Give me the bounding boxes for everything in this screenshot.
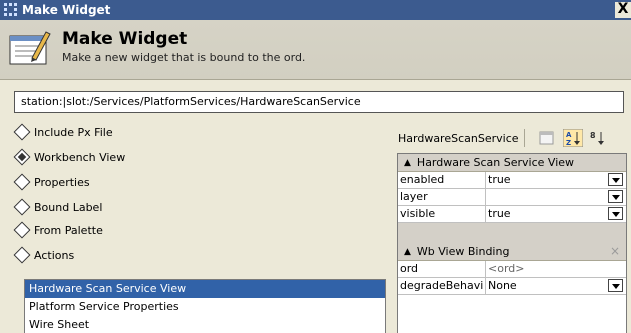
section-header[interactable]: ▲ Wb View Binding × (398, 243, 626, 261)
list-item-hardware-scan-service-view[interactable]: Hardware Scan Service View (25, 280, 385, 298)
collapse-up-icon: ▲ (404, 246, 411, 257)
view-list[interactable]: Hardware Scan Service View Platform Serv… (24, 279, 386, 333)
option-label: Bound Label (34, 200, 103, 214)
new-widget-icon[interactable] (537, 129, 557, 147)
list-item-wire-sheet[interactable]: Wire Sheet (25, 316, 385, 333)
property-name: layer (398, 189, 486, 205)
section-header[interactable]: ▲ Hardware Scan Service View (398, 154, 626, 172)
radio-diamond-icon (13, 123, 31, 141)
property-sheet: ▲ Hardware Scan Service View enabled tru… (397, 153, 627, 333)
property-value-text: true (488, 173, 511, 186)
edit-document-icon (9, 31, 51, 65)
option-label: Include Px File (34, 125, 113, 139)
target-name: HardwareScanService\ (398, 131, 518, 145)
close-button[interactable]: X (615, 2, 631, 18)
property-value[interactable] (486, 189, 626, 205)
option-workbench-view[interactable]: Workbench View (13, 147, 126, 167)
property-row: degradeBehavi None (398, 278, 626, 295)
property-value-text: None (488, 279, 517, 292)
option-properties[interactable]: Properties (13, 172, 90, 192)
property-name: enabled (398, 172, 486, 188)
property-row: enabled true (398, 172, 626, 189)
radio-diamond-icon (13, 198, 31, 216)
property-name: visible (398, 206, 486, 222)
property-row: layer (398, 189, 626, 206)
property-value[interactable]: true (486, 206, 626, 222)
window-title: Make Widget (22, 3, 111, 17)
property-value[interactable]: <ord> (486, 261, 626, 277)
property-row: visible true (398, 206, 626, 223)
property-name: degradeBehavi (398, 278, 486, 294)
radio-diamond-icon (13, 246, 31, 264)
radio-diamond-icon (13, 173, 31, 191)
header-subtitle: Make a new widget that is bound to the o… (62, 51, 306, 64)
ord-field[interactable]: station:|slot:/Services/PlatformServices… (14, 91, 624, 113)
option-bound-label[interactable]: Bound Label (13, 197, 103, 217)
property-name: ord (398, 261, 486, 277)
section-title: Hardware Scan Service View (416, 156, 575, 169)
property-value[interactable]: true (486, 172, 626, 188)
option-label: From Palette (34, 223, 103, 237)
dropdown-arrow-icon[interactable] (608, 173, 623, 186)
widget-icon (4, 3, 18, 17)
dropdown-arrow-icon[interactable] (608, 190, 623, 203)
dialog-header: Make Widget Make a new widget that is bo… (0, 20, 631, 80)
svg-text:Z: Z (566, 139, 571, 147)
option-include-px-file[interactable]: Include Px File (13, 122, 113, 142)
dropdown-arrow-icon[interactable] (608, 207, 623, 220)
property-row: ord <ord> (398, 261, 626, 278)
option-from-palette[interactable]: From Palette (13, 220, 103, 240)
sort-options-icon[interactable]: 8 (589, 129, 609, 147)
toolbar-divider (524, 129, 525, 147)
remove-section-icon[interactable]: × (610, 244, 620, 258)
svg-text:A: A (566, 131, 572, 139)
section-title: Wb View Binding (416, 245, 510, 258)
svg-text:8: 8 (590, 131, 596, 140)
radio-diamond-selected-icon (13, 148, 31, 166)
radio-diamond-icon (13, 221, 31, 239)
sort-az-icon[interactable]: A Z (563, 129, 583, 147)
collapse-up-icon: ▲ (404, 157, 411, 168)
header-title: Make Widget (62, 29, 188, 49)
option-actions[interactable]: Actions (13, 245, 75, 265)
title-bar: Make Widget X (0, 0, 631, 20)
list-item-platform-service-properties[interactable]: Platform Service Properties (25, 298, 385, 316)
dropdown-arrow-icon[interactable] (608, 279, 623, 292)
property-toolbar: HardwareScanService\ A Z 8 (398, 128, 626, 148)
option-label: Actions (34, 248, 75, 262)
option-label: Properties (34, 175, 90, 189)
property-value[interactable]: None (486, 278, 626, 294)
section-spacer (398, 223, 626, 243)
option-label: Workbench View (34, 150, 126, 164)
property-value-text: true (488, 207, 511, 220)
